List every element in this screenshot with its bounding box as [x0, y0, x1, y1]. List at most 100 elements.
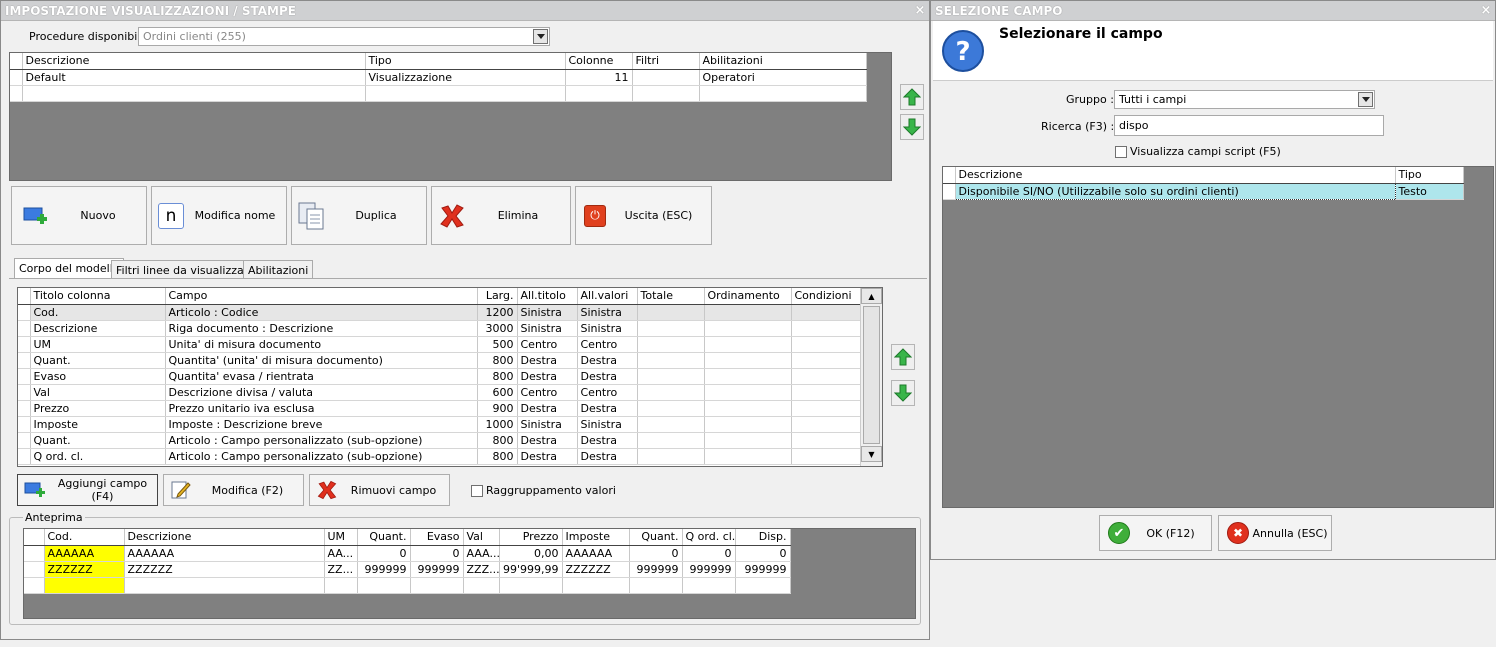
scroll-down-icon[interactable]: ▼ — [861, 446, 882, 462]
col-header[interactable]: Titolo colonna — [30, 288, 166, 305]
add-icon — [24, 482, 45, 497]
check-icon: ✔ — [1108, 522, 1130, 544]
rename-button[interactable]: n Modifica nome — [151, 186, 287, 245]
col-header[interactable]: Totale — [637, 288, 705, 305]
arrow-down-icon — [894, 384, 912, 402]
window-title: IMPOSTAZIONE VISUALIZZAZIONI / STAMPE — [5, 3, 296, 18]
col-header[interactable]: Descrizione — [22, 53, 366, 70]
preview-grid: Cod. Descrizione UM Quant. Evaso Val Pre… — [23, 528, 916, 619]
procedure-select[interactable]: Ordini clienti (255) — [138, 27, 550, 46]
columns-grid: Titolo colonna Campo Larg. All.titolo Al… — [17, 287, 883, 467]
dialog-title-bar: SELEZIONE CAMPO × — [931, 1, 1495, 21]
group-select[interactable]: Tutti i campi — [1114, 90, 1375, 109]
col-header[interactable]: Filtri — [632, 53, 700, 70]
edit-icon — [171, 481, 191, 499]
models-grid: Descrizione Tipo Colonne Filtri Abilitaz… — [9, 52, 892, 181]
models-header-row: Descrizione Tipo Colonne Filtri Abilitaz… — [10, 53, 867, 70]
arrow-up-icon — [894, 348, 912, 366]
table-row[interactable]: Prezzo Prezzo unitario iva esclusa 900 Dest… — [18, 400, 862, 417]
main-window: IMPOSTAZIONE VISUALIZZAZIONI / STAMPE × … — [0, 0, 930, 640]
table-row[interactable]: Evaso Quantita' evasa / rientrata 800 Destr… — [18, 368, 862, 385]
arrow-up-icon — [903, 88, 921, 106]
new-button[interactable]: Nuovo — [11, 186, 147, 245]
main-title-bar: IMPOSTAZIONE VISUALIZZAZIONI / STAMPE × — [1, 1, 929, 21]
arrow-down-icon — [903, 118, 921, 136]
duplicate-button[interactable]: Duplica — [291, 186, 427, 245]
script-fields-checkbox[interactable]: Visualizza campi script (F5) — [1115, 145, 1281, 158]
delete-icon — [317, 480, 337, 500]
table-row: AAAAAA AAAAAA AA... 0 0 AAA... 0,00 AAAAAA 0 0 0 — [24, 545, 791, 562]
delete-icon — [440, 203, 464, 228]
table-row-empty[interactable] — [10, 85, 867, 102]
remove-field-button[interactable]: Rimuovi campo — [309, 474, 450, 506]
search-input[interactable]: dispo — [1114, 115, 1384, 136]
chevron-down-icon[interactable] — [533, 29, 548, 44]
fields-header-row: Descrizione Tipo — [943, 167, 1464, 184]
edit-field-button[interactable]: Modifica (F2) — [163, 474, 304, 506]
table-row[interactable]: Cod. Articolo : Codice 1200 Sinistra Sinistr… — [18, 304, 862, 321]
columns-table: Titolo colonna Campo Larg. All.titolo Al… — [18, 288, 862, 465]
col-header[interactable]: Abilitazioni — [699, 53, 867, 70]
svg-text:?: ? — [955, 37, 970, 67]
table-row[interactable]: Disponibile SI/NO (Utilizzabile solo su … — [943, 182, 1464, 200]
group-label: Gruppo : — [1066, 93, 1114, 106]
checkbox-icon[interactable] — [471, 485, 483, 497]
table-row[interactable]: Q ord. cl. Articolo : Campo personalizzat… — [18, 448, 862, 465]
field-dialog: SELEZIONE CAMPO × ? Selezionare il campo… — [930, 0, 1496, 560]
move-up-button[interactable] — [900, 84, 924, 110]
search-label: Ricerca (F3) : — [1041, 120, 1115, 133]
rename-icon: n — [158, 202, 184, 229]
chevron-down-icon[interactable] — [1358, 92, 1373, 107]
col-header[interactable]: Campo — [165, 288, 478, 305]
table-row: ZZZZZZ ZZZZZZ ZZ... 999999 999999 ZZZ... 99'99… — [24, 561, 791, 578]
col-header[interactable]: Descrizione — [955, 167, 1396, 184]
dialog-heading: Selezionare il campo — [999, 26, 1163, 42]
table-row[interactable]: Quant. Quantita' (unita' di misura docume… — [18, 352, 862, 369]
preview-header-row: Cod. Descrizione UM Quant. Evaso Val Pre… — [24, 529, 791, 546]
cancel-button[interactable]: ✖ Annulla (ESC) — [1218, 515, 1332, 551]
tab-panel-border — [9, 278, 927, 279]
question-icon: ? — [942, 30, 984, 72]
table-row[interactable]: Default Visualizzazione 11 Operatori — [10, 69, 867, 86]
add-field-button[interactable]: Aggiungi campo (F4) — [17, 474, 158, 506]
scroll-thumb[interactable] — [863, 306, 880, 444]
tab-permissions[interactable]: Abilitazioni — [243, 260, 314, 279]
col-header[interactable]: Colonne — [565, 53, 633, 70]
checkbox-icon[interactable] — [1115, 146, 1127, 158]
table-row[interactable]: Val Descrizione divisa / valuta 600 Centro C… — [18, 384, 862, 401]
delete-button[interactable]: Elimina — [431, 186, 571, 245]
procedure-label: Procedure disponibili : — [29, 30, 151, 43]
fields-table: Descrizione Tipo Disponibile SI/NO (Util… — [943, 167, 1464, 200]
col-header[interactable]: All.titolo — [517, 288, 578, 305]
move-down-button[interactable] — [900, 114, 924, 140]
duplicate-icon — [298, 202, 324, 229]
models-table: Descrizione Tipo Colonne Filtri Abilitaz… — [10, 53, 867, 102]
vertical-scrollbar[interactable]: ▲ ▼ — [860, 288, 882, 466]
column-up-button[interactable] — [891, 344, 915, 370]
scroll-up-icon[interactable]: ▲ — [861, 288, 882, 304]
col-header[interactable]: Condizioni — [791, 288, 862, 305]
col-header[interactable]: Tipo — [1395, 167, 1464, 184]
preview-label: Anteprima — [23, 511, 85, 524]
columns-header-row: Titolo colonna Campo Larg. All.titolo Al… — [18, 288, 862, 305]
ok-button[interactable]: ✔ OK (F12) — [1099, 515, 1212, 551]
col-header[interactable]: Larg. — [477, 288, 518, 305]
col-header[interactable]: Ordinamento — [704, 288, 792, 305]
tab-filters[interactable]: Filtri linee da visualizzare — [111, 260, 260, 279]
fields-grid: Descrizione Tipo Disponibile SI/NO (Util… — [942, 166, 1494, 508]
preview-table: Cod. Descrizione UM Quant. Evaso Val Pre… — [24, 529, 791, 594]
table-row[interactable]: Imposte Imposte : Descrizione breve 1000 Si… — [18, 416, 862, 433]
exit-button[interactable]: ⏻ Uscita (ESC) — [575, 186, 712, 245]
col-header[interactable]: All.valori — [577, 288, 638, 305]
close-icon[interactable]: × — [911, 3, 929, 18]
close-icon[interactable]: × — [1477, 3, 1495, 18]
column-down-button[interactable] — [891, 380, 915, 406]
tab-body[interactable]: Corpo del modello — [14, 258, 125, 279]
table-row-empty — [24, 577, 791, 594]
table-row[interactable]: Quant. Articolo : Campo personalizzato (s… — [18, 432, 862, 449]
table-row[interactable]: Descrizione Riga documento : Descrizione 3… — [18, 320, 862, 337]
table-row[interactable]: UM Unita' di misura documento 500 Centro Cen… — [18, 336, 862, 353]
col-header[interactable]: Tipo — [365, 53, 566, 70]
procedure-value: Ordini clienti (255) — [143, 30, 246, 43]
grouping-checkbox[interactable]: Raggruppamento valori — [471, 484, 616, 497]
